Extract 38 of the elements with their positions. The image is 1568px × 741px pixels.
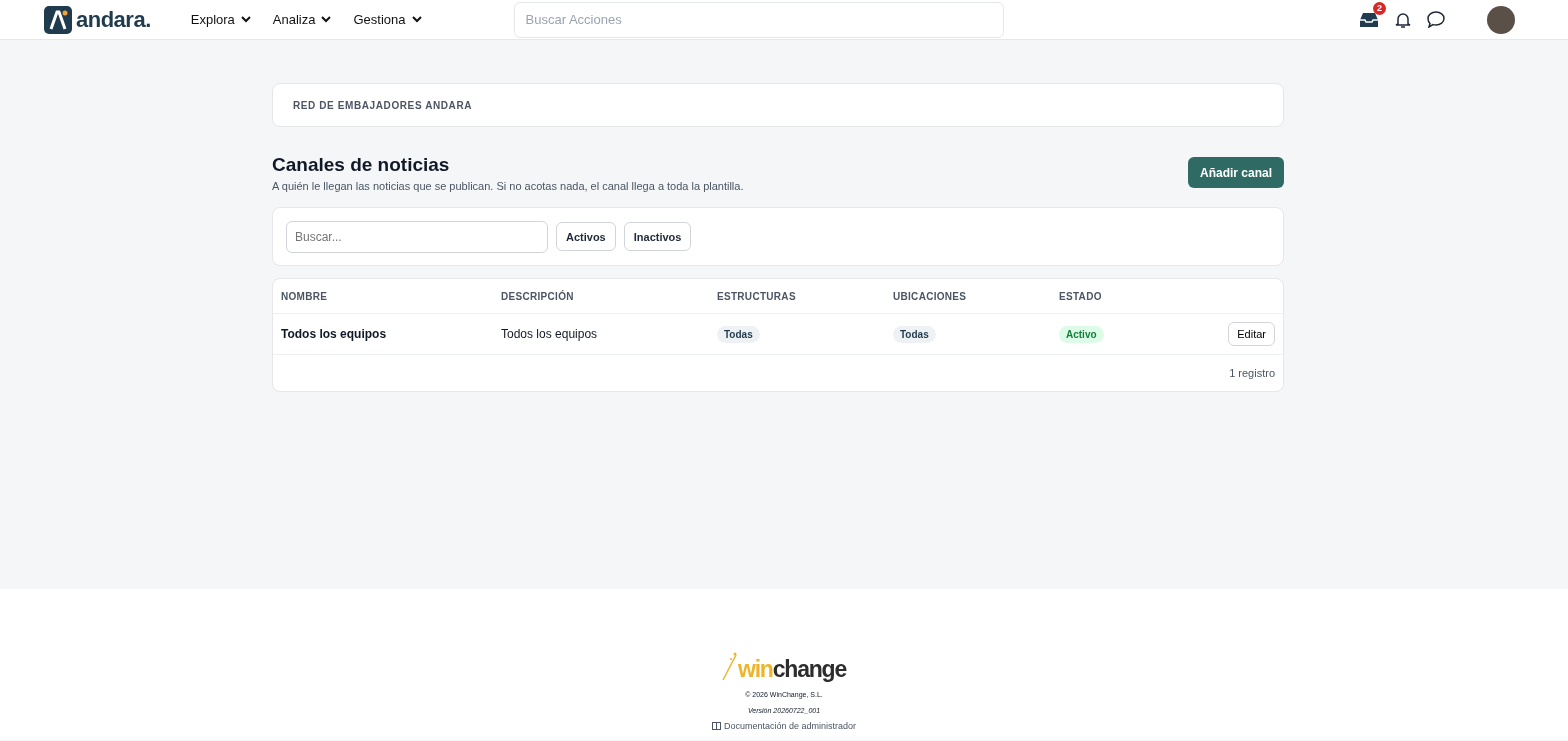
nav-menu[interactable]: Analiza: [272, 12, 332, 27]
column-header: DESCRIPCIÓN: [501, 290, 575, 302]
column-header: UBICACIONES: [893, 290, 968, 302]
brand-logo[interactable]: andara.: [44, 5, 151, 34]
status-tag: Activo: [1059, 325, 1104, 343]
structure-tag: Todas: [717, 325, 760, 343]
filter-button[interactable]: Inactivos: [623, 222, 692, 251]
breadcrumb-text: RED DE EMBAJADORES ANDARA: [293, 99, 473, 111]
wand-icon: [721, 651, 738, 681]
table-cell-text: Todos los equipos: [501, 327, 599, 341]
record-count: 1 registro: [1229, 367, 1275, 379]
book-icon: [711, 722, 721, 730]
footer-brand: winchange: [737, 658, 847, 681]
notification-badge: 2: [1373, 1, 1386, 15]
chevron-down-icon: [240, 16, 251, 23]
nav-menu[interactable]: Gestiona: [353, 12, 422, 27]
search-field[interactable]: Buscar Acciones: [513, 1, 1004, 38]
page-subtitle: A quién le llegan las noticias que se publican. Si no acotas nada, el canal llega a toda la plantilla.: [272, 180, 744, 192]
column-header: ESTRUCTURAS: [717, 290, 797, 302]
table-cell-text: Todos los equipos: [281, 327, 388, 341]
filter-button[interactable]: Activos: [556, 222, 616, 251]
column-header: ESTADO: [1059, 290, 1103, 302]
bell-icon[interactable]: [1395, 10, 1411, 29]
chevron-down-icon: [321, 16, 332, 23]
search-field[interactable]: Buscar...: [286, 220, 548, 253]
page-title: Canales de noticias: [272, 154, 451, 176]
chat-bubble-icon[interactable]: [1427, 11, 1445, 28]
user-avatar[interactable]: [1487, 5, 1515, 34]
chevron-down-icon: [411, 16, 422, 23]
column-header: NOMBRE: [281, 290, 329, 302]
brand-name: andara.: [76, 6, 151, 33]
inbox-icon[interactable]: [1359, 11, 1379, 28]
location-tag: Todas: [893, 325, 936, 343]
edit-button[interactable]: Editar: [1228, 322, 1275, 346]
nav-menu[interactable]: Explora: [190, 12, 251, 27]
logo-icon: [44, 5, 72, 34]
documentation-link[interactable]: Documentación de administrador: [711, 721, 857, 731]
add-channel-button[interactable]: Añadir canal: [1187, 157, 1284, 188]
